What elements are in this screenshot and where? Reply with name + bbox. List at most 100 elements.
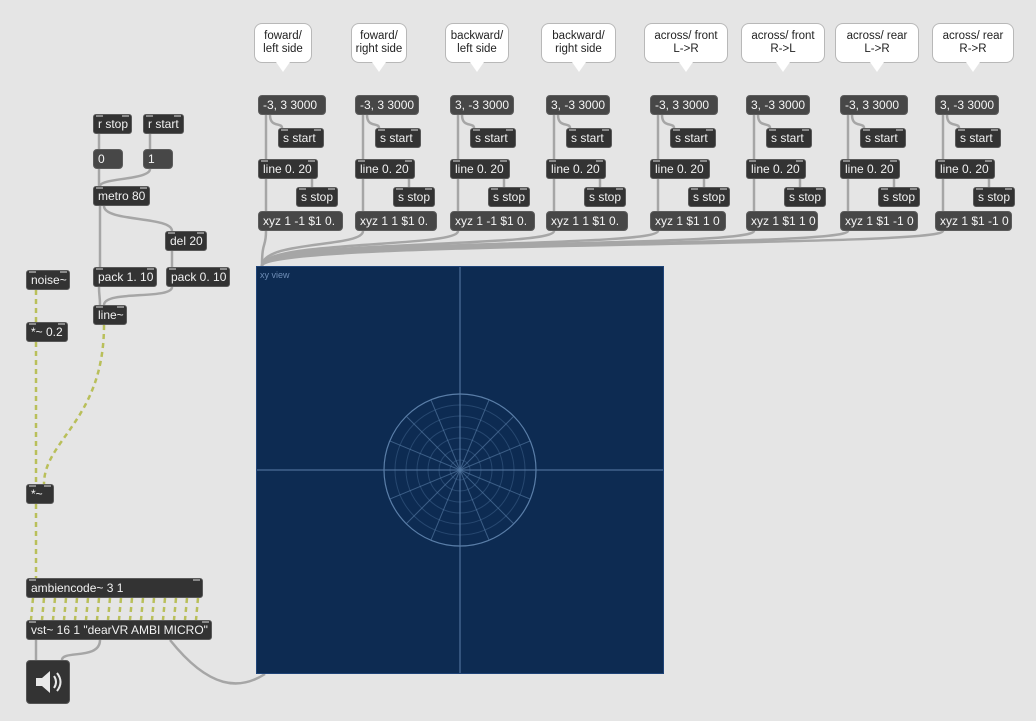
patch-cord: [117, 597, 123, 621]
comment-line-1: foward/: [264, 30, 302, 42]
patch-cord: [40, 597, 46, 621]
grid-line: [405, 415, 461, 471]
ramp-message[interactable]: 3, -3 3000: [746, 95, 810, 115]
patch-cord: [60, 639, 102, 661]
line-object[interactable]: line 0. 20: [355, 159, 415, 179]
xyz-message[interactable]: xyz 1 1 $1 0.: [355, 211, 437, 231]
s-start-object[interactable]: s start: [278, 128, 324, 148]
ramp-message[interactable]: -3, 3 3000: [840, 95, 908, 115]
comment-bubble: backward/left side: [445, 23, 509, 72]
s-start-object[interactable]: s start: [375, 128, 421, 148]
s-start-object[interactable]: s start: [766, 128, 812, 148]
metro-object[interactable]: metro 80: [93, 186, 150, 206]
comment-line-2: L->R: [864, 43, 890, 55]
comment-line-1: foward/: [360, 30, 398, 42]
comment-line-1: across/ rear: [846, 30, 908, 42]
s-stop-object[interactable]: s stop: [878, 187, 920, 207]
s-stop-object[interactable]: s stop: [784, 187, 826, 207]
ambiencode-object[interactable]: ambiencode~ 3 1: [26, 578, 203, 598]
comment-line-2: right side: [355, 43, 403, 55]
xyz-message[interactable]: xyz 1 -1 $1 0.: [258, 211, 343, 231]
xyz-message[interactable]: xyz 1 $1 -1 0: [840, 211, 918, 231]
comment-line-2: R->R: [959, 43, 987, 55]
patch-cord: [850, 114, 866, 129]
line-object[interactable]: line 0. 20: [450, 159, 510, 179]
line-object[interactable]: line 0. 20: [546, 159, 606, 179]
comment-line-1: backward/: [450, 30, 504, 42]
patch-cord: [128, 597, 134, 621]
r-start-object[interactable]: r start: [143, 114, 184, 134]
xyz-message[interactable]: xyz 1 1 $1 0.: [546, 211, 628, 231]
patch-cord: [150, 597, 156, 621]
patch-cord: [139, 597, 145, 621]
patch-cord: [51, 597, 57, 621]
comment-line-2: right side: [555, 43, 602, 55]
ramp-message[interactable]: 3, -3 3000: [546, 95, 610, 115]
vst-object[interactable]: vst~ 16 1 "dearVR AMBI MICRO": [26, 620, 212, 640]
patch-cord: [660, 114, 676, 129]
s-stop-object[interactable]: s stop: [973, 187, 1015, 207]
grid-line: [459, 415, 515, 471]
line-object[interactable]: line 0. 20: [258, 159, 318, 179]
patch-cord: [102, 286, 174, 306]
r-stop-object[interactable]: r stop: [93, 114, 132, 134]
patch-cord: [102, 205, 174, 232]
xyz-message[interactable]: xyz 1 $1 1 0: [650, 211, 726, 231]
grid-line: [405, 469, 461, 525]
comment-line-1: across/ front: [654, 30, 718, 42]
ramp-message[interactable]: -3, 3 3000: [355, 95, 419, 115]
patch-cord: [556, 114, 572, 129]
patch-cord: [194, 597, 200, 621]
noise-object[interactable]: noise~: [26, 270, 70, 290]
comment-bubble: foward/right side: [351, 23, 407, 72]
s-stop-object[interactable]: s stop: [488, 187, 530, 207]
message-1[interactable]: 1: [143, 149, 173, 169]
ramp-message[interactable]: 3, -3 3000: [935, 95, 999, 115]
patch-cord: [945, 114, 961, 129]
ramp-message[interactable]: -3, 3 3000: [258, 95, 326, 115]
s-start-object[interactable]: s start: [860, 128, 906, 148]
xyz-message[interactable]: xyz 1 -1 $1 0.: [450, 211, 535, 231]
ramp-message[interactable]: -3, 3 3000: [650, 95, 718, 115]
message-0[interactable]: 0: [93, 149, 123, 169]
comment-bubble: across/ rear R->R: [932, 23, 1014, 72]
line-object[interactable]: line 0. 20: [840, 159, 900, 179]
xyz-message[interactable]: xyz 1 $1 1 0: [746, 211, 818, 231]
pack-object-1[interactable]: pack 1. 10: [93, 267, 157, 287]
patch-cord: [183, 597, 189, 621]
comment-line-2: R->L: [770, 43, 796, 55]
s-start-object[interactable]: s start: [470, 128, 516, 148]
comment-bubble: across/ rear L->R: [835, 23, 919, 72]
comment-bubble: foward/left side: [254, 23, 312, 72]
xy-view-grid: [257, 267, 663, 673]
multiply-0-2-object[interactable]: *~ 0.2: [26, 322, 68, 342]
del-object[interactable]: del 20: [165, 231, 207, 251]
patch-cord: [161, 597, 167, 621]
speaker-icon: [36, 671, 62, 693]
s-start-object[interactable]: s start: [955, 128, 1001, 148]
patch-cord: [268, 114, 284, 129]
patch-cord: [84, 597, 90, 621]
patch-cord: [42, 324, 106, 485]
s-start-object[interactable]: s start: [566, 128, 612, 148]
s-stop-object[interactable]: s stop: [688, 187, 730, 207]
xyz-message[interactable]: xyz 1 $1 -1 0: [935, 211, 1012, 231]
s-stop-object[interactable]: s stop: [296, 187, 338, 207]
s-stop-object[interactable]: s stop: [393, 187, 435, 207]
comment-bubble: backward/right side: [541, 23, 616, 72]
comment-bubble: across/ front R->L: [741, 23, 825, 72]
line-object[interactable]: line 0. 20: [935, 159, 995, 179]
line-object[interactable]: line 0. 20: [746, 159, 806, 179]
patch-cord: [97, 286, 102, 306]
multiply-object[interactable]: *~: [26, 484, 54, 504]
pack-object-2[interactable]: pack 0. 10: [166, 267, 230, 287]
line-tilde-object[interactable]: line~: [93, 305, 127, 325]
s-stop-object[interactable]: s stop: [584, 187, 626, 207]
ramp-message[interactable]: 3, -3 3000: [450, 95, 514, 115]
patch-cord: [172, 597, 178, 621]
patch-cord: [95, 597, 101, 621]
line-object[interactable]: line 0. 20: [650, 159, 710, 179]
ezdac-button[interactable]: [26, 660, 70, 704]
xy-view-panel[interactable]: xy view: [256, 266, 664, 674]
s-start-object[interactable]: s start: [670, 128, 716, 148]
